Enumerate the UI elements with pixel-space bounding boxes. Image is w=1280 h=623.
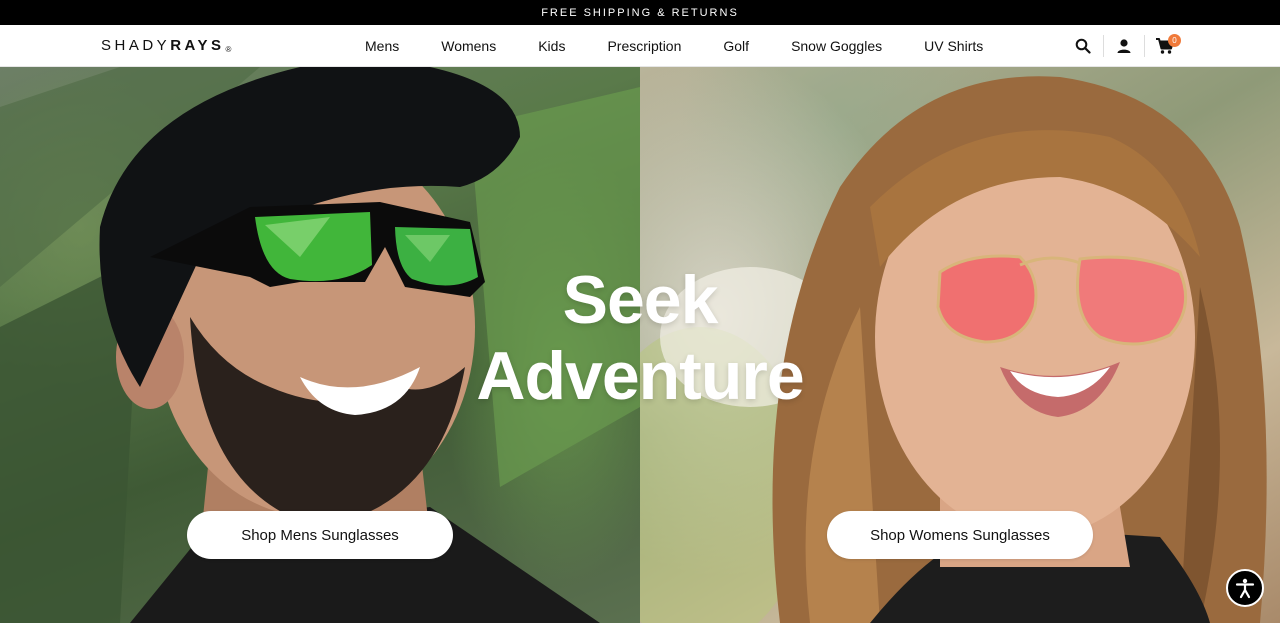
cart-button[interactable]: 0	[1150, 31, 1181, 61]
nav-item-prescription[interactable]: Prescription	[586, 38, 702, 54]
cart-count-badge: 0	[1168, 34, 1181, 47]
logo-reg-mark: ®	[225, 45, 232, 54]
shop-mens-button[interactable]: Shop Mens Sunglasses	[187, 511, 453, 559]
nav-item-kids[interactable]: Kids	[517, 38, 586, 54]
site-header: SHADY RAYS ® Mens Womens Kids Prescription…	[0, 25, 1280, 67]
accessibility-button[interactable]	[1226, 569, 1264, 607]
announcement-bar: FREE SHIPPING & RETURNS	[0, 0, 1280, 25]
logo-part-2: RAYS	[170, 37, 225, 54]
nav-item-snow-goggles[interactable]: Snow Goggles	[770, 38, 903, 54]
header-icons: 0	[1068, 25, 1181, 67]
nav-item-mens[interactable]: Mens	[344, 38, 420, 54]
logo-part-1: SHADY	[101, 37, 171, 54]
main-nav: Mens Womens Kids Prescription Golf Snow …	[344, 25, 1004, 67]
nav-item-womens[interactable]: Womens	[420, 38, 517, 54]
hero-banner: Seek Adventure Shop Mens Sunglasses Shop…	[0, 67, 1280, 623]
header-divider	[1103, 35, 1104, 57]
search-icon	[1075, 38, 1091, 54]
nav-item-uv-shirts[interactable]: UV Shirts	[903, 38, 1004, 54]
hero-title-line-2: Adventure	[476, 338, 804, 414]
hero-title-line-1: Seek	[562, 262, 719, 338]
accessibility-icon	[1235, 578, 1255, 599]
announcement-text: FREE SHIPPING & RETURNS	[541, 6, 739, 19]
hero-title: Seek Adventure	[0, 262, 1280, 414]
user-icon	[1117, 39, 1131, 53]
brand-logo[interactable]: SHADY RAYS ®	[101, 37, 231, 54]
account-button[interactable]	[1109, 31, 1139, 61]
nav-item-golf[interactable]: Golf	[702, 38, 770, 54]
header-divider	[1144, 35, 1145, 57]
shop-womens-button[interactable]: Shop Womens Sunglasses	[827, 511, 1093, 559]
search-button[interactable]	[1068, 31, 1098, 61]
